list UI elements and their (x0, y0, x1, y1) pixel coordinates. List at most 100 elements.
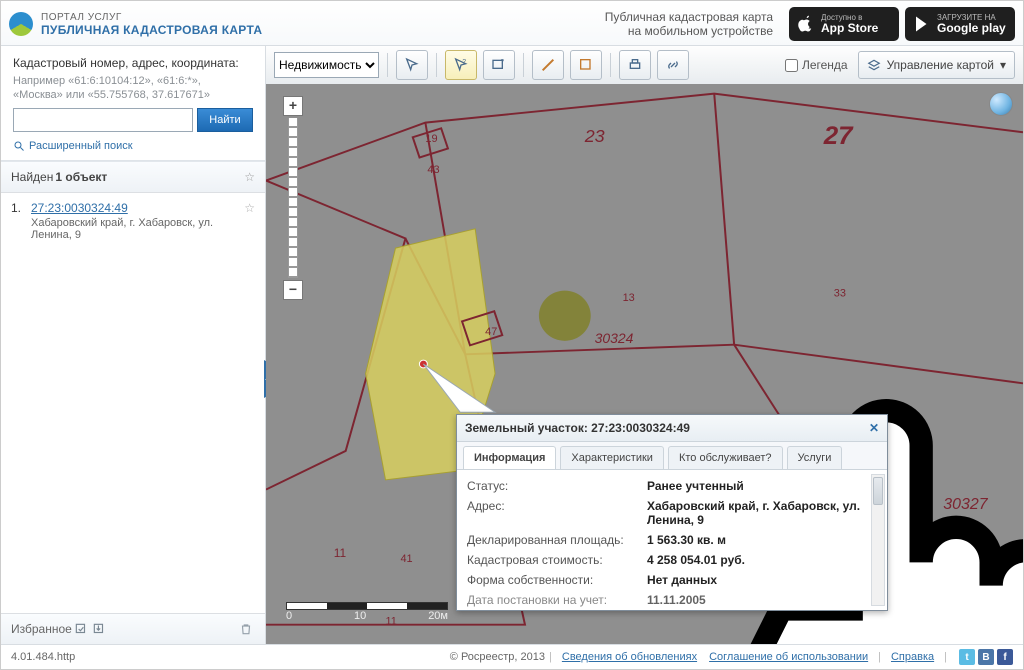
svg-text:23: 23 (584, 126, 605, 146)
info-own-val: Нет данных (647, 573, 869, 587)
layers-icon (867, 58, 881, 72)
search-label: Кадастровый номер, адрес, координата: (13, 56, 253, 70)
google-play-icon (913, 15, 931, 33)
search-hint: Например «61:6:10104:12», «61:6:*», «Мос… (13, 74, 253, 102)
tab-services[interactable]: Услуги (787, 446, 843, 469)
gplay-t2: Google play (937, 22, 1006, 35)
version-label: 4.01.484.http (11, 651, 75, 663)
zoom-in-button[interactable]: + (283, 96, 303, 116)
result-item[interactable]: 1. 27:23:0030324:49 Хабаровский край, г.… (1, 193, 265, 249)
tab-who-services[interactable]: Кто обслуживает? (668, 446, 783, 469)
svg-text:?: ? (500, 59, 504, 66)
fav-export-icon[interactable] (74, 622, 88, 636)
copyright: © Росреестр, 2013 (450, 651, 545, 663)
facebook-icon[interactable]: f (997, 649, 1013, 665)
results-header-count: 1 объект (55, 170, 107, 184)
twitter-icon[interactable]: t (959, 649, 975, 665)
chevron-down-icon: ▾ (1000, 58, 1006, 72)
info-date-key: Дата постановки на учет: (467, 593, 647, 607)
legend-checkbox[interactable]: Легенда (781, 56, 848, 75)
measure-area-button[interactable] (570, 50, 602, 80)
updates-link[interactable]: Сведения об обновлениях (562, 651, 697, 663)
popup-title: Земельный участок: 27:23:0030324:49 (465, 421, 690, 435)
portal-label: ПОРТАЛ УСЛУГ (41, 12, 262, 23)
info-area-val: 1 563.30 кв. м (647, 533, 869, 547)
mobile-pitch-l2: на мобильном устройстве (605, 24, 773, 38)
advanced-search-link[interactable]: Расширенный поиск (13, 140, 253, 152)
result-number: 1. (11, 201, 31, 241)
link-button[interactable] (657, 50, 689, 80)
info-cost-key: Кадастровая стоимость: (467, 553, 647, 567)
map-control-button[interactable]: Управление картой ▾ (858, 51, 1015, 79)
pointer-tool-button[interactable] (396, 50, 428, 80)
result-address: Хабаровский край, г. Хабаровск, ул. Лени… (31, 217, 240, 241)
search-button[interactable]: Найти (197, 108, 253, 132)
rosreestr-logo-icon (9, 12, 33, 36)
appstore-badge[interactable]: Доступно в App Store (789, 7, 899, 41)
zoom-out-button[interactable]: − (283, 280, 303, 300)
identify-tool-button[interactable]: ? (445, 50, 477, 80)
search-panel: Кадастровый номер, адрес, координата: На… (1, 46, 265, 161)
popup-close-button[interactable]: ✕ (869, 421, 879, 435)
scale-0: 0 (286, 610, 292, 622)
tab-information[interactable]: Информация (463, 446, 556, 469)
popup-tabs: Информация Характеристики Кто обслуживае… (457, 442, 887, 470)
info-status-key: Статус: (467, 479, 647, 493)
results-header-prefix: Найден (11, 170, 53, 184)
trash-icon[interactable] (239, 622, 253, 636)
zoom-control: + − (282, 96, 304, 300)
tab-characteristics[interactable]: Характеристики (560, 446, 664, 469)
appstore-t2: App Store (821, 22, 878, 35)
info-area-key: Декларированная площадь: (467, 533, 647, 547)
svg-text:33: 33 (834, 288, 846, 300)
fav-import-icon[interactable] (92, 622, 106, 636)
mobile-pitch: Публичная кадастровая карта на мобильном… (605, 10, 773, 38)
identify-region-button[interactable]: ? (483, 50, 515, 80)
zoom-slider[interactable] (288, 118, 298, 278)
result-id-link[interactable]: 27:23:0030324:49 (31, 201, 128, 215)
svg-text:30324: 30324 (595, 331, 634, 346)
feature-popup: Земельный участок: 27:23:0030324:49 ✕ Ин… (456, 414, 888, 611)
popup-scrollbar[interactable] (871, 474, 885, 606)
svg-text:47: 47 (485, 326, 497, 338)
sidebar: Кадастровый номер, адрес, координата: На… (1, 46, 266, 644)
svg-text:43: 43 (427, 164, 439, 176)
favorites-label: Избранное (11, 622, 72, 636)
svg-text:30327: 30327 (943, 496, 989, 513)
vk-icon[interactable]: B (978, 649, 994, 665)
info-cost-val: 4 258 054.01 руб. (647, 553, 869, 567)
info-status-val: Ранее учтенный (647, 479, 869, 493)
map-canvas[interactable]: 19 43 23 27 13 33 30324 30327 11 47 41 1… (266, 84, 1023, 644)
favorite-star-icon[interactable]: ☆ (244, 201, 255, 241)
mobile-pitch-l1: Публичная кадастровая карта (605, 10, 773, 24)
print-button[interactable] (619, 50, 651, 80)
legend-checkbox-input[interactable] (785, 59, 798, 72)
brand: ПОРТАЛ УСЛУГ ПУБЛИЧНАЯ КАДАСТРОВАЯ КАРТА (41, 12, 262, 37)
svg-text:13: 13 (623, 292, 635, 304)
svg-text:11: 11 (334, 547, 346, 560)
results-list: 1. 27:23:0030324:49 Хабаровский край, г.… (1, 193, 265, 613)
page-title: ПУБЛИЧНАЯ КАДАСТРОВАЯ КАРТА (41, 23, 262, 37)
svg-text:?: ? (462, 59, 466, 66)
star-icon[interactable]: ☆ (244, 170, 255, 184)
terms-link[interactable]: Соглашение об использовании (709, 651, 868, 663)
info-addr-key: Адрес: (467, 499, 647, 527)
svg-text:19: 19 (425, 133, 437, 145)
search-input[interactable] (13, 108, 193, 132)
top-header: ПОРТАЛ УСЛУГ ПУБЛИЧНАЯ КАДАСТРОВАЯ КАРТА… (1, 1, 1023, 46)
favorites-bar: Избранное (1, 613, 265, 644)
scale-10: 10 (354, 610, 366, 622)
layer-select[interactable]: Недвижимость (274, 52, 379, 78)
info-own-key: Форма собственности: (467, 573, 647, 587)
svg-text:41: 41 (400, 553, 412, 565)
info-date-val: 11.11.2005 (647, 593, 869, 607)
popup-content: Статус:Ранее учтенный Адрес:Хабаровский … (457, 470, 887, 610)
help-link[interactable]: Справка (891, 651, 934, 663)
map-area[interactable]: Недвижимость ? ? (266, 46, 1023, 644)
legend-label: Легенда (802, 58, 848, 72)
measure-line-button[interactable] (532, 50, 564, 80)
search-icon (13, 140, 25, 152)
info-addr-val: Хабаровский край, г. Хабаровск, ул. Лени… (647, 499, 869, 527)
googleplay-badge[interactable]: ЗАГРУЗИТЕ НА Google play (905, 7, 1015, 41)
overview-globe-button[interactable] (989, 92, 1013, 116)
